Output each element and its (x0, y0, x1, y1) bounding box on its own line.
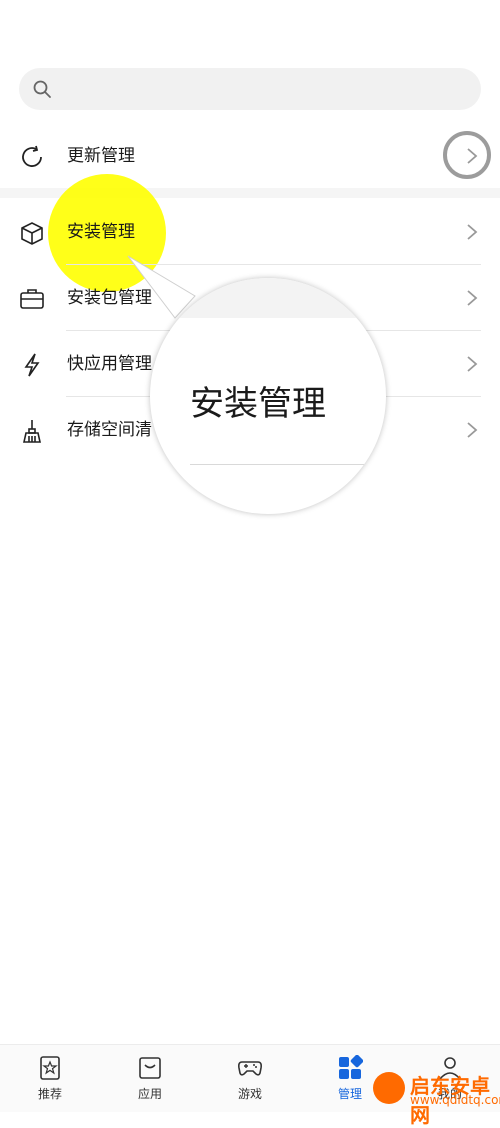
magnifier-callout: 安装管理 (150, 278, 386, 514)
grid-icon (339, 1055, 363, 1079)
tab-apps[interactable]: 应用 (100, 1045, 200, 1112)
search-icon (33, 80, 51, 98)
list-item-label: 快应用管理 (67, 354, 152, 374)
list-item-update[interactable]: 更新管理 (0, 123, 500, 189)
chevron-right-icon (467, 356, 478, 372)
tab-games[interactable]: 游戏 (200, 1045, 300, 1112)
magnifier-top-band (150, 278, 386, 318)
list-item-label: 更新管理 (67, 146, 135, 166)
chevron-right-icon (467, 224, 478, 240)
lightning-icon (24, 353, 40, 377)
chevron-right-icon (467, 290, 478, 306)
briefcase-icon (20, 289, 44, 309)
watermark: 启东安卓网 www.qdldtq.com (370, 1068, 500, 1127)
tab-recommend[interactable]: 推荐 (0, 1045, 100, 1112)
tab-label: 推荐 (37, 1087, 62, 1101)
watermark-logo-icon (373, 1072, 405, 1104)
list-item-label: 存储空间清 (67, 420, 152, 440)
tray-icon (139, 1057, 161, 1079)
list-item-label: 安装包管理 (67, 288, 152, 308)
box-icon (21, 222, 43, 245)
search-bar[interactable] (19, 68, 481, 110)
tap-indicator-ring (443, 131, 491, 179)
watermark-url: www.qdldtq.com (410, 1093, 500, 1107)
star-icon (40, 1056, 60, 1080)
gamepad-icon (238, 1061, 262, 1076)
chevron-right-icon (467, 422, 478, 438)
list-item-label: 安装管理 (67, 222, 135, 242)
tab-label: 游戏 (237, 1087, 262, 1101)
broom-icon (23, 420, 41, 443)
tab-label: 应用 (137, 1087, 162, 1101)
list-item-install[interactable]: 安装管理 (0, 199, 500, 265)
magnifier-divider (190, 464, 386, 465)
refresh-icon (22, 145, 42, 167)
magnifier-text: 安装管理 (190, 384, 326, 424)
